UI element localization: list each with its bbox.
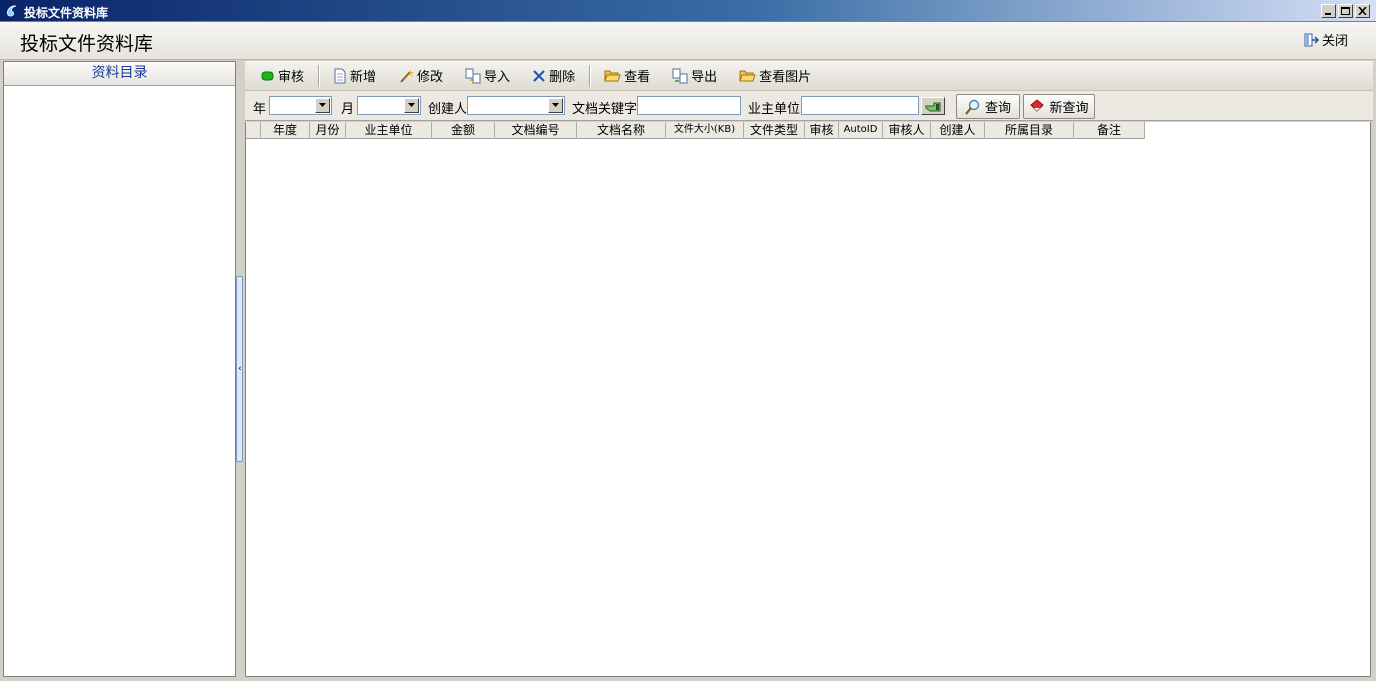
view-image-label: 查看图片 bbox=[759, 70, 812, 85]
close-button[interactable]: 关闭 bbox=[1303, 30, 1348, 49]
owner-picker-button[interactable] bbox=[921, 97, 945, 115]
month-dropdown-button[interactable] bbox=[404, 98, 419, 113]
open-folder-icon bbox=[739, 70, 756, 82]
column-header[interactable]: 创建人 bbox=[931, 122, 985, 139]
column-header[interactable]: 文档名称 bbox=[577, 122, 666, 139]
eraser-icon bbox=[1030, 98, 1045, 112]
import-icon bbox=[465, 68, 481, 83]
keyword-label: 文档关键字 bbox=[572, 102, 638, 117]
exit-door-icon bbox=[1304, 33, 1319, 46]
maximize-button[interactable] bbox=[1338, 4, 1353, 18]
dropdown-arrow-icon bbox=[552, 103, 559, 107]
minimize-icon bbox=[1325, 13, 1331, 15]
column-header[interactable]: AutoID bbox=[839, 122, 883, 139]
search-icon bbox=[965, 99, 980, 115]
view-label: 查看 bbox=[624, 70, 651, 85]
column-header[interactable]: 金额 bbox=[432, 122, 495, 139]
audit-button[interactable]: 审核 bbox=[257, 65, 308, 87]
grid-header: 年度 月份 业主单位 金额 文档编号 文档名称 文件大小(KB) 文件类型 审核 AutoID 审核… bbox=[246, 122, 1145, 139]
column-header[interactable]: 月份 bbox=[310, 122, 346, 139]
data-grid[interactable]: 年度 月份 业主单位 金额 文档编号 文档名称 文件大小(KB) 文件类型 审核 AutoID 审核… bbox=[245, 122, 1371, 677]
column-header[interactable]: 年度 bbox=[261, 122, 310, 139]
toolbar-separator bbox=[589, 64, 591, 87]
delete-x-icon bbox=[533, 69, 545, 82]
delete-label: 删除 bbox=[549, 70, 576, 85]
column-header[interactable]: 文档编号 bbox=[495, 122, 577, 139]
maximize-icon bbox=[1341, 7, 1350, 15]
window-title: 投标文件资料库 bbox=[24, 6, 109, 20]
dropdown-arrow-icon bbox=[319, 103, 326, 107]
pointing-hand-icon bbox=[925, 102, 941, 112]
edit-label: 修改 bbox=[417, 70, 444, 85]
column-header[interactable]: 审核人 bbox=[883, 122, 931, 139]
toolbar: 审核 新增 修改 导入 删除 查看 导出 查看图片 bbox=[245, 61, 1373, 91]
view-button[interactable]: 查看 bbox=[600, 65, 654, 87]
column-header[interactable]: 文件类型 bbox=[744, 122, 805, 139]
close-label: 关闭 bbox=[1321, 34, 1348, 49]
page-header: 投标文件资料库 关闭 bbox=[0, 22, 1376, 60]
creator-dropdown-button[interactable] bbox=[548, 98, 563, 113]
import-label: 导入 bbox=[484, 70, 511, 85]
creator-select[interactable] bbox=[467, 96, 565, 115]
new-query-label: 新查询 bbox=[1049, 101, 1089, 116]
export-button[interactable]: 导出 bbox=[668, 65, 721, 87]
month-select[interactable] bbox=[357, 96, 421, 115]
minimize-button[interactable] bbox=[1321, 4, 1336, 18]
green-light-icon bbox=[261, 71, 274, 80]
year-dropdown-button[interactable] bbox=[315, 98, 330, 113]
panel-splitter[interactable]: ‹ bbox=[236, 276, 243, 462]
magic-wand-icon bbox=[400, 68, 415, 83]
month-label: 月 bbox=[341, 102, 355, 117]
directory-panel-title: 资料目录 bbox=[4, 62, 235, 86]
column-header[interactable]: 所属目录 bbox=[985, 122, 1074, 139]
column-header[interactable]: 审核 bbox=[805, 122, 839, 139]
column-header[interactable]: 文件大小(KB) bbox=[666, 122, 744, 139]
year-select[interactable] bbox=[269, 96, 332, 115]
owner-label: 业主单位 bbox=[748, 102, 801, 117]
page-title: 投标文件资料库 bbox=[20, 33, 154, 55]
add-label: 新增 bbox=[350, 70, 377, 85]
column-header[interactable]: 备注 bbox=[1074, 122, 1145, 139]
owner-input[interactable] bbox=[801, 96, 919, 115]
query-label: 查询 bbox=[984, 101, 1011, 116]
export-icon bbox=[672, 68, 688, 83]
open-folder-icon bbox=[604, 70, 621, 82]
directory-panel[interactable]: 资料目录 bbox=[3, 61, 236, 677]
add-button[interactable]: 新增 bbox=[329, 65, 380, 87]
dropdown-arrow-icon bbox=[408, 103, 415, 107]
toolbar-separator bbox=[318, 64, 320, 87]
column-header[interactable] bbox=[246, 122, 261, 139]
close-icon bbox=[1358, 7, 1367, 15]
swirl-icon bbox=[7, 5, 17, 17]
audit-label: 审核 bbox=[278, 70, 305, 85]
query-button[interactable]: 查询 bbox=[956, 94, 1020, 119]
close-window-button[interactable] bbox=[1355, 4, 1370, 18]
import-button[interactable]: 导入 bbox=[461, 65, 514, 87]
year-label: 年 bbox=[253, 102, 267, 117]
collapse-arrow-icon: ‹ bbox=[238, 364, 242, 374]
filter-bar: 年 月 创建人 文档关键字 业主单位 查询 新查询 bbox=[245, 91, 1373, 121]
delete-button[interactable]: 删除 bbox=[528, 65, 579, 87]
column-header[interactable]: 业主单位 bbox=[346, 122, 432, 139]
edit-button[interactable]: 修改 bbox=[394, 65, 447, 87]
new-query-button[interactable]: 新查询 bbox=[1023, 94, 1095, 119]
window-title-bar[interactable]: 投标文件资料库 bbox=[0, 0, 1376, 22]
keyword-input[interactable] bbox=[637, 96, 741, 115]
creator-label: 创建人 bbox=[428, 102, 468, 117]
view-image-button[interactable]: 查看图片 bbox=[735, 65, 815, 87]
new-document-icon bbox=[334, 68, 346, 83]
export-label: 导出 bbox=[691, 70, 718, 85]
